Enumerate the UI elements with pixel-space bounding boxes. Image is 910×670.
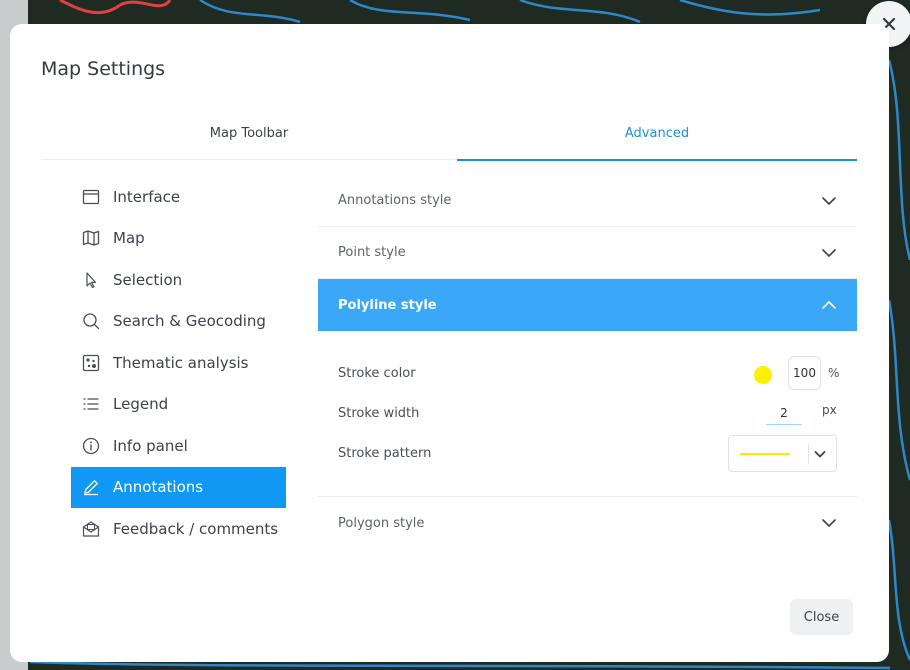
sidebar-item-annotations[interactable]: Annotations: [71, 466, 286, 508]
info-icon: [81, 436, 101, 456]
sidebar-item-interface[interactable]: Interface: [71, 176, 286, 218]
width-unit: px: [822, 403, 837, 417]
sidebar-item-label: Annotations: [113, 478, 204, 497]
sidebar-item-search-geocoding[interactable]: Search & Geocoding: [71, 301, 286, 343]
opacity-unit: %: [828, 366, 840, 380]
stroke-width-input[interactable]: [766, 401, 802, 425]
tab-map-toolbar[interactable]: Map Toolbar: [41, 120, 457, 160]
section-annotations-style[interactable]: Annotations style: [318, 175, 857, 227]
section-polyline-style[interactable]: Polyline style: [318, 279, 857, 331]
window-icon: [81, 187, 101, 207]
sidebar-item-label: Search & Geocoding: [113, 312, 266, 331]
section-label: Point style: [338, 245, 406, 260]
sidebar-item-label: Feedback / comments: [113, 519, 279, 538]
map-settings-dialog: Map Settings Map Toolbar Advanced Interf…: [10, 24, 889, 662]
chevron-up-icon: [822, 301, 836, 309]
sidebar-item-info-panel[interactable]: Info panel: [71, 425, 286, 467]
chevron-down-icon: [822, 519, 836, 527]
style-accordion: Annotations style Point style Polyline s…: [318, 175, 857, 549]
select-divider: [808, 444, 809, 464]
settings-tabs: Map Toolbar Advanced: [41, 120, 857, 161]
stroke-pattern-select[interactable]: [728, 435, 837, 472]
section-point-style[interactable]: Point style: [318, 227, 857, 279]
sidebar-item-label: Interface: [113, 187, 181, 206]
stroke-pattern-label: Stroke pattern: [338, 446, 432, 461]
section-label: Annotations style: [338, 193, 452, 208]
envelope-icon: [81, 519, 101, 539]
section-polygon-style[interactable]: Polygon style: [318, 497, 857, 549]
sidebar-item-label: Selection: [113, 270, 183, 289]
list-icon: [81, 394, 101, 414]
tab-advanced[interactable]: Advanced: [457, 120, 857, 161]
chevron-down-icon: [822, 249, 836, 257]
sidebar-item-thematic-analysis[interactable]: Thematic analysis: [71, 342, 286, 384]
close-button[interactable]: Close: [790, 599, 853, 635]
sidebar-item-selection[interactable]: Selection: [71, 259, 286, 301]
search-icon: [81, 311, 101, 331]
solid-line-preview: [740, 453, 790, 455]
chevron-down-icon: [822, 197, 836, 205]
sidebar-item-feedback-comments[interactable]: Feedback / comments: [71, 508, 286, 550]
sidebar-item-map[interactable]: Map: [71, 218, 286, 260]
settings-sidebar: Interface Map Selection Search & Geocodi…: [71, 176, 286, 550]
sidebar-item-label: Map: [113, 229, 145, 248]
sidebar-item-label: Thematic analysis: [113, 353, 249, 372]
section-label: Polygon style: [338, 515, 425, 531]
sidebar-item-label: Info panel: [113, 436, 188, 455]
section-label: Polyline style: [338, 297, 437, 313]
stroke-color-swatch[interactable]: [754, 366, 772, 384]
dialog-title: Map Settings: [41, 58, 166, 80]
polyline-style-panel: Stroke color 100 % Stroke width px Strok…: [318, 331, 857, 497]
chevron-down-icon: [814, 451, 826, 458]
stroke-width-label: Stroke width: [338, 406, 420, 421]
stroke-opacity-input[interactable]: 100: [788, 356, 821, 390]
thematic-icon: [81, 353, 101, 373]
stroke-color-label: Stroke color: [338, 366, 416, 381]
cursor-icon: [81, 270, 101, 290]
pencil-icon: [81, 477, 101, 497]
map-icon: [81, 228, 101, 248]
sidebar-item-legend[interactable]: Legend: [71, 384, 286, 426]
sidebar-item-label: Legend: [113, 395, 169, 414]
